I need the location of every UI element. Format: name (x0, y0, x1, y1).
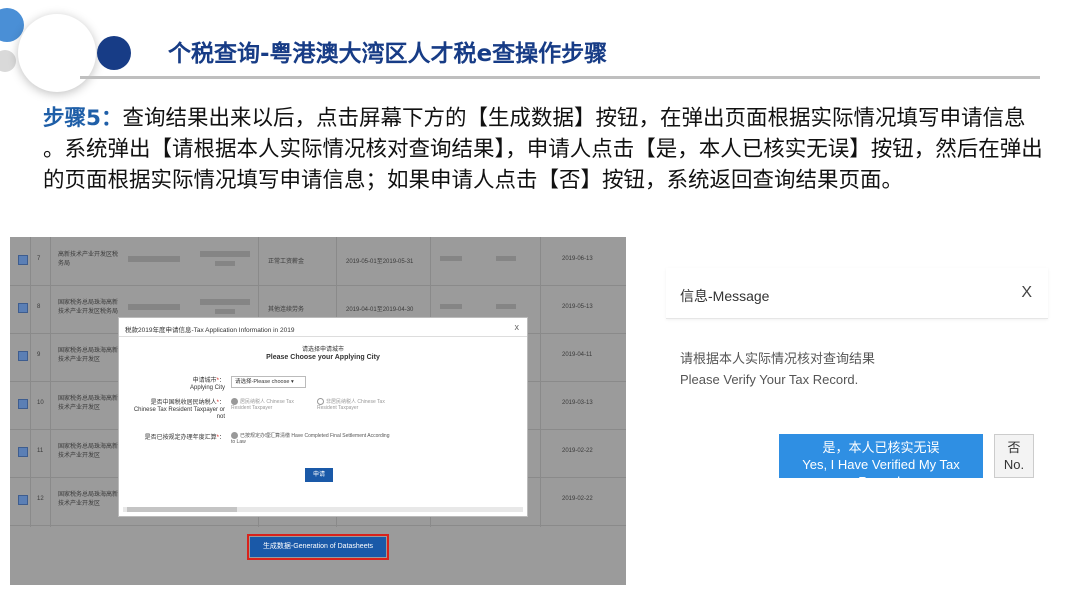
settlement-radio[interactable]: 已按规定办理汇算清缴 Have Completed Final Settleme… (231, 432, 391, 445)
row-tax-authority: 国家税务总局珠海高新技术产业开发区 (58, 444, 119, 459)
close-icon[interactable]: X (1021, 284, 1032, 302)
redacted-field (200, 299, 250, 305)
redacted-field (128, 304, 180, 310)
decor-circle-gray (0, 50, 16, 72)
row-checkbox[interactable] (18, 303, 28, 313)
scrollbar-thumb[interactable] (127, 507, 237, 512)
radio-label: 居民纳税人 Chinese Tax Resident Taxpayer (231, 398, 294, 411)
resident-yes-radio[interactable]: 居民纳税人 Chinese Tax Resident Taxpayer (231, 398, 311, 411)
button-label-en: No. (1003, 457, 1025, 472)
required-mark: * (216, 378, 219, 384)
row-tax-authority: 高新技术产业开发区税务局 (58, 252, 119, 267)
apply-button[interactable]: 申请 (305, 468, 333, 482)
message-text-zh: 请根据本人实际情况核对查询结果 (680, 351, 876, 366)
generate-datasheet-button[interactable]: 生成数据-Generation of Datasheets (247, 534, 389, 560)
label-text: 是否中国税收居民纳税人 (150, 400, 217, 406)
label-text-en: Applying City (189, 385, 225, 391)
step-label: 步骤5： (43, 106, 123, 131)
row-tax-authority: 国家税务总局珠海高新技术产业开发区 (58, 348, 119, 363)
title-divider (80, 76, 1040, 79)
row-number: 12 (37, 496, 44, 502)
verified-yes-button[interactable]: 是，本人已核实无误 Yes, I Have Verified My Tax Rec… (779, 434, 983, 489)
applying-city-select[interactable]: 请选择-Please choose ▾ (231, 376, 306, 388)
modal-header: 税款2019年度申请信息-Tax Application Information… (119, 318, 527, 337)
row-number: 8 (37, 304, 41, 310)
button-label-zh: 是，本人已核实无误 (822, 440, 940, 455)
row-checkbox[interactable] (18, 447, 28, 457)
settlement-label: 是否已按规定办理年度汇算*： (144, 435, 225, 441)
redacted-field (200, 251, 250, 257)
row-checkbox[interactable] (18, 351, 28, 361)
radio-label: 非居民纳税人 Chinese Tax Resident Taxpayer (317, 398, 385, 411)
city-heading-en: Please Choose your Applying City (266, 354, 380, 361)
row-income-type: 正常工资薪金 (268, 259, 305, 265)
required-mark: * (216, 435, 219, 441)
query-results-screenshot: 7 高新技术产业开发区税务局 正常工资薪金 2019-05-01至2019-05-31… (10, 237, 626, 585)
label-text: 申请城市 (192, 378, 217, 384)
step-description: 步骤5：查询结果出来以后，点击屏幕下方的【生成数据】按钮，在弹出页面根据实际情况… (43, 103, 1053, 196)
row-income-type: 其他连续劳务 (268, 307, 305, 313)
table-row[interactable]: 7 高新技术产业开发区税务局 正常工资薪金 2019-05-01至2019-05-31… (10, 237, 626, 286)
row-checkbox[interactable] (18, 495, 28, 505)
redacted-field (440, 256, 462, 261)
row-period: 2019-04-01至2019-04-30 (346, 307, 414, 313)
required-mark: * (216, 400, 219, 406)
step-body: 查询结果出来以后，点击屏幕下方的【生成数据】按钮，在弹出页面根据实际情况填写申请… (43, 106, 1043, 193)
button-label-en: Yes, I Have Verified My Tax Record. (802, 457, 960, 489)
resident-no-radio[interactable]: 非居民纳税人 Chinese Tax Resident Taxpayer (317, 398, 397, 411)
row-number: 10 (37, 400, 44, 406)
redacted-field (496, 256, 516, 261)
row-date: 2019-03-13 (562, 400, 593, 406)
radio-icon (231, 398, 238, 405)
row-date: 2019-06-13 (562, 256, 593, 262)
no-button[interactable]: 否 No. (994, 434, 1034, 478)
redacted-field (215, 261, 235, 266)
label-text: 是否已按规定办理年度汇算 (144, 435, 217, 441)
message-header: 信息-Message X (666, 268, 1048, 319)
applying-city-label: 申请城市*： Applying City (189, 378, 225, 391)
redacted-field (440, 304, 462, 309)
resident-label: 是否中国税收居民纳税人*： Chinese Tax Resident Taxpay… (133, 400, 225, 420)
row-period: 2019-05-01至2019-05-31 (346, 259, 414, 265)
radio-label: 已按规定办理汇算清缴 Have Completed Final Settleme… (231, 432, 390, 445)
message-text-en: Please Verify Your Tax Record. (680, 372, 859, 387)
radio-icon (231, 432, 238, 439)
decor-circle-white (18, 14, 96, 92)
column-divider (50, 237, 51, 527)
message-dialog: 信息-Message X 请根据本人实际情况核对查询结果 Please Veri… (666, 268, 1048, 490)
row-number: 11 (37, 448, 44, 454)
radio-icon (317, 398, 324, 405)
row-tax-authority: 国家税务总局珠海高新技术产业开发区 (58, 396, 119, 411)
decor-dot (97, 36, 131, 70)
row-number: 7 (37, 256, 41, 262)
redacted-field (128, 256, 180, 262)
chevron-down-icon: ▾ (290, 379, 294, 385)
row-number: 9 (37, 352, 41, 358)
row-checkbox[interactable] (18, 255, 28, 265)
column-divider (540, 237, 541, 527)
column-divider (30, 237, 31, 527)
label-text-en: Chinese Tax Resident Taxpayer or not (133, 407, 225, 420)
close-icon[interactable]: x (515, 322, 520, 332)
redacted-field (215, 309, 235, 314)
city-heading-zh: 请选择申请城市 (301, 347, 344, 353)
redacted-field (496, 304, 516, 309)
tax-application-modal: 税款2019年度申请信息-Tax Application Information… (118, 317, 528, 517)
row-tax-authority: 国家税务总局珠海高新技术产业开发区 (58, 492, 119, 507)
row-date: 2019-02-22 (562, 448, 593, 454)
slide-title: 个税查询-粤港澳大湾区人才税e查操作步骤 (168, 41, 608, 67)
row-checkbox[interactable] (18, 399, 28, 409)
row-tax-authority: 国家税务总局珠海高新技术产业开发区税务局 (58, 300, 119, 315)
message-title: 信息-Message (680, 288, 770, 304)
modal-title: 税款2019年度申请信息-Tax Application Information… (125, 327, 295, 334)
row-date: 2019-05-13 (562, 304, 593, 310)
button-label-zh: 否 (1007, 440, 1021, 455)
select-value: 请选择-Please choose (235, 379, 290, 385)
row-date: 2019-02-22 (562, 496, 593, 502)
row-date: 2019-04-11 (562, 352, 593, 358)
